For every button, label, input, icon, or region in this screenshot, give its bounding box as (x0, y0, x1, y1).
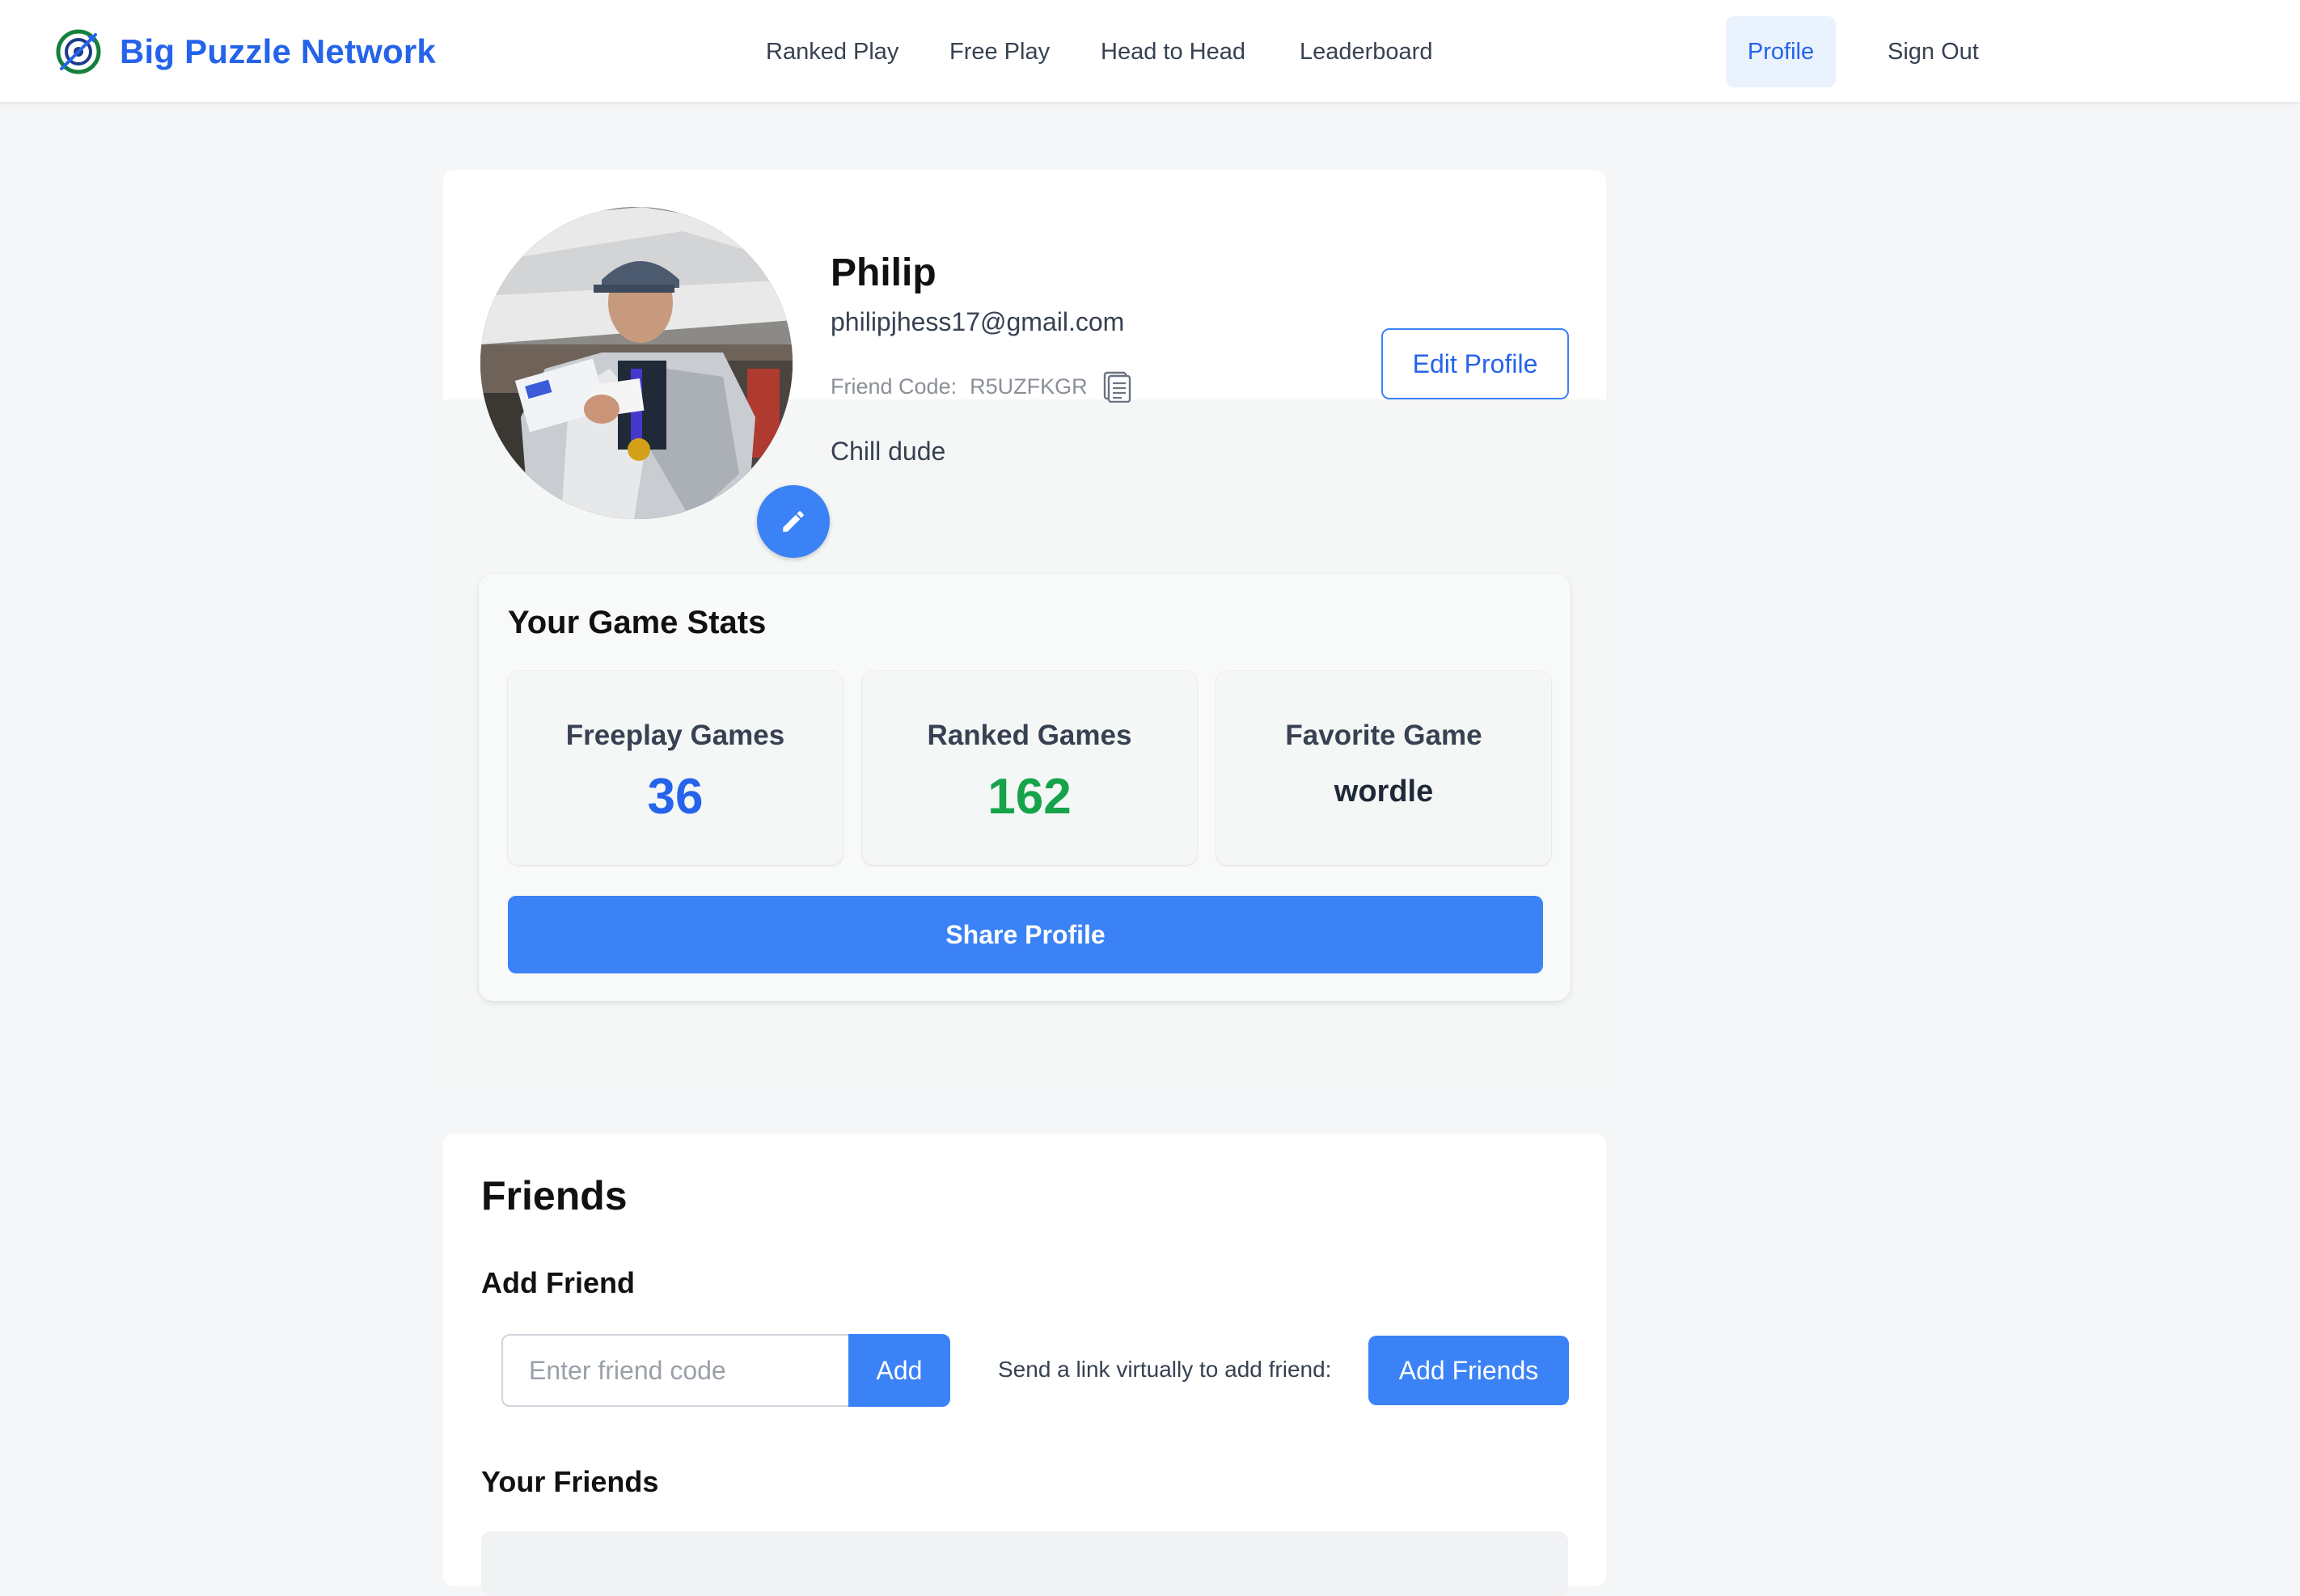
avatar-container (480, 207, 830, 558)
nav-sign-out[interactable]: Sign Out (1888, 32, 1979, 71)
favorite-game-label: Favorite Game (1285, 720, 1482, 751)
avatar[interactable] (480, 207, 793, 519)
ranked-value: 162 (987, 769, 1072, 825)
friend-code-row: Friend Code: R5UZFKGR (831, 370, 1131, 403)
friends-title: Friends (481, 1173, 628, 1218)
puzzle-logo-icon (56, 29, 101, 74)
freeplay-stat-card: Freeplay Games 36 (508, 671, 843, 865)
nav-head-to-head[interactable]: Head to Head (1101, 32, 1245, 71)
freeplay-label: Freeplay Games (565, 720, 785, 751)
nav-profile[interactable]: Profile (1726, 16, 1836, 87)
edit-profile-button[interactable]: Edit Profile (1381, 328, 1569, 399)
nav-ranked-play[interactable]: Ranked Play (766, 32, 898, 71)
send-link-label: Send a link virtually to add friend: (998, 1357, 1332, 1382)
nav-leaderboard[interactable]: Leaderboard (1300, 32, 1432, 71)
favorite-game-stat-card: Favorite Game wordle (1216, 671, 1551, 865)
add-friends-link-button[interactable]: Add Friends (1368, 1336, 1569, 1405)
your-friends-title: Your Friends (481, 1465, 659, 1498)
ranked-stat-card: Ranked Games 162 (862, 671, 1197, 865)
favorite-game-value: wordle (1334, 775, 1434, 809)
friend-code-label: Friend Code: (831, 374, 958, 399)
nav-free-play[interactable]: Free Play (949, 32, 1050, 71)
brand-link[interactable]: Big Puzzle Network (55, 26, 436, 78)
profile-card: Philip philipjhess17@gmail.com Friend Co… (443, 170, 1606, 1085)
pencil-icon (783, 511, 804, 532)
add-friend-button[interactable]: Add (848, 1334, 950, 1407)
game-stats-panel: Your Game Stats Freeplay Games 36 Ranked… (479, 574, 1571, 1001)
avatar-edit-button[interactable] (757, 485, 830, 558)
freeplay-value: 36 (647, 769, 704, 825)
game-stats-title: Your Game Stats (508, 605, 767, 640)
add-friend-title: Add Friend (481, 1266, 635, 1299)
profile-email: philipjhess17@gmail.com (831, 307, 1125, 336)
copy-icon[interactable] (1102, 370, 1131, 403)
ranked-label: Ranked Games (927, 720, 1132, 751)
top-navbar: Big Puzzle Network Ranked Play Free Play… (0, 0, 2300, 103)
profile-name: Philip (831, 251, 936, 294)
avatar-photo (480, 207, 793, 519)
share-profile-button[interactable]: Share Profile (508, 896, 1543, 973)
profile-bio: Chill dude (831, 437, 946, 466)
brand-name: Big Puzzle Network (120, 32, 436, 70)
friends-card: Friends Add Friend Add Send a link virtu… (443, 1134, 1606, 1596)
friend-code-value: R5UZFKGR (970, 374, 1088, 399)
friends-list (481, 1531, 1568, 1596)
friend-code-input[interactable] (501, 1334, 849, 1407)
